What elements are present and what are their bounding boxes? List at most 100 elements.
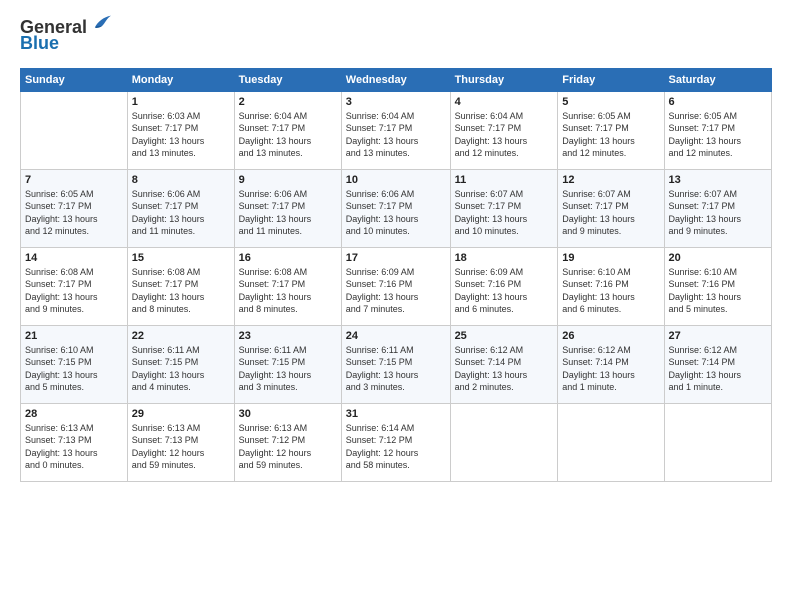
day-number: 5 — [562, 96, 659, 108]
day-info: Sunrise: 6:04 AMSunset: 7:17 PMDaylight:… — [346, 110, 446, 160]
day-info: Sunrise: 6:05 AMSunset: 7:17 PMDaylight:… — [669, 110, 767, 160]
day-number: 3 — [346, 96, 446, 108]
page: General Blue Sunday Monday Tuesday We — [0, 0, 792, 492]
day-number: 19 — [562, 252, 659, 264]
week-row-5: 28 Sunrise: 6:13 AMSunset: 7:13 PMDayligh… — [21, 403, 772, 481]
col-saturday: Saturday — [664, 68, 771, 91]
calendar-cell: 20 Sunrise: 6:10 AMSunset: 7:16 PMDayligh… — [664, 247, 771, 325]
day-info: Sunrise: 6:07 AMSunset: 7:17 PMDaylight:… — [669, 188, 767, 238]
day-number: 1 — [132, 96, 230, 108]
calendar-cell: 28 Sunrise: 6:13 AMSunset: 7:13 PMDayligh… — [21, 403, 128, 481]
day-info: Sunrise: 6:06 AMSunset: 7:17 PMDaylight:… — [346, 188, 446, 238]
day-number: 29 — [132, 408, 230, 420]
calendar-cell — [558, 403, 664, 481]
calendar-cell: 4Sunrise: 6:04 AMSunset: 7:17 PMDaylight… — [450, 91, 558, 169]
calendar-cell: 19 Sunrise: 6:10 AMSunset: 7:16 PMDayligh… — [558, 247, 664, 325]
day-info: Sunrise: 6:10 AMSunset: 7:16 PMDaylight:… — [562, 266, 659, 316]
day-number: 27 — [669, 330, 767, 342]
day-number: 20 — [669, 252, 767, 264]
calendar-body: 1 Sunrise: 6:03 AMSunset: 7:17 PMDaylight… — [21, 91, 772, 481]
week-row-4: 21 Sunrise: 6:10 AMSunset: 7:15 PMDayligh… — [21, 325, 772, 403]
calendar-cell: 8Sunrise: 6:06 AMSunset: 7:17 PMDaylight… — [127, 169, 234, 247]
day-info: Sunrise: 6:08 AMSunset: 7:17 PMDaylight:… — [132, 266, 230, 316]
day-number: 28 — [25, 408, 123, 420]
calendar-cell: 21 Sunrise: 6:10 AMSunset: 7:15 PMDayligh… — [21, 325, 128, 403]
calendar-cell — [450, 403, 558, 481]
calendar-cell: 18 Sunrise: 6:09 AMSunset: 7:16 PMDayligh… — [450, 247, 558, 325]
day-number: 2 — [239, 96, 337, 108]
calendar-cell — [21, 91, 128, 169]
day-number: 22 — [132, 330, 230, 342]
day-info: Sunrise: 6:11 AMSunset: 7:15 PMDaylight:… — [239, 344, 337, 394]
calendar-cell: 6 Sunrise: 6:05 AMSunset: 7:17 PMDaylight… — [664, 91, 771, 169]
day-info: Sunrise: 6:06 AMSunset: 7:17 PMDaylight:… — [239, 188, 337, 238]
calendar-cell: 10 Sunrise: 6:06 AMSunset: 7:17 PMDayligh… — [341, 169, 450, 247]
day-number: 23 — [239, 330, 337, 342]
calendar-cell: 29Sunrise: 6:13 AMSunset: 7:13 PMDayligh… — [127, 403, 234, 481]
calendar-cell: 3 Sunrise: 6:04 AMSunset: 7:17 PMDaylight… — [341, 91, 450, 169]
day-number: 11 — [455, 174, 554, 186]
col-wednesday: Wednesday — [341, 68, 450, 91]
calendar-cell: 11 Sunrise: 6:07 AMSunset: 7:17 PMDayligh… — [450, 169, 558, 247]
day-number: 6 — [669, 96, 767, 108]
week-row-3: 14Sunrise: 6:08 AMSunset: 7:17 PMDayligh… — [21, 247, 772, 325]
day-number: 16 — [239, 252, 337, 264]
col-tuesday: Tuesday — [234, 68, 341, 91]
day-info: Sunrise: 6:13 AMSunset: 7:13 PMDaylight:… — [25, 422, 123, 472]
week-row-1: 1 Sunrise: 6:03 AMSunset: 7:17 PMDaylight… — [21, 91, 772, 169]
day-info: Sunrise: 6:08 AMSunset: 7:17 PMDaylight:… — [239, 266, 337, 316]
calendar-cell: 23 Sunrise: 6:11 AMSunset: 7:15 PMDayligh… — [234, 325, 341, 403]
logo-bird-icon — [89, 12, 111, 34]
day-number: 7 — [25, 174, 123, 186]
day-info: Sunrise: 6:10 AMSunset: 7:16 PMDaylight:… — [669, 266, 767, 316]
day-number: 13 — [669, 174, 767, 186]
week-row-2: 7 Sunrise: 6:05 AMSunset: 7:17 PMDaylight… — [21, 169, 772, 247]
day-number: 24 — [346, 330, 446, 342]
day-number: 10 — [346, 174, 446, 186]
day-info: Sunrise: 6:07 AMSunset: 7:17 PMDaylight:… — [562, 188, 659, 238]
logo: General Blue — [20, 18, 111, 54]
day-number: 25 — [455, 330, 554, 342]
calendar-cell: 1 Sunrise: 6:03 AMSunset: 7:17 PMDaylight… — [127, 91, 234, 169]
day-info: Sunrise: 6:08 AMSunset: 7:17 PMDaylight:… — [25, 266, 123, 316]
day-info: Sunrise: 6:14 AMSunset: 7:12 PMDaylight:… — [346, 422, 446, 472]
calendar-cell: 24 Sunrise: 6:11 AMSunset: 7:15 PMDayligh… — [341, 325, 450, 403]
calendar-cell: 25 Sunrise: 6:12 AMSunset: 7:14 PMDayligh… — [450, 325, 558, 403]
col-monday: Monday — [127, 68, 234, 91]
calendar-cell: 2Sunrise: 6:04 AMSunset: 7:17 PMDaylight… — [234, 91, 341, 169]
day-number: 4 — [455, 96, 554, 108]
day-info: Sunrise: 6:06 AMSunset: 7:17 PMDaylight:… — [132, 188, 230, 238]
day-info: Sunrise: 6:12 AMSunset: 7:14 PMDaylight:… — [455, 344, 554, 394]
calendar-cell: 30 Sunrise: 6:13 AMSunset: 7:12 PMDayligh… — [234, 403, 341, 481]
calendar-cell: 13 Sunrise: 6:07 AMSunset: 7:17 PMDayligh… — [664, 169, 771, 247]
calendar-cell: 14Sunrise: 6:08 AMSunset: 7:17 PMDayligh… — [21, 247, 128, 325]
day-number: 18 — [455, 252, 554, 264]
calendar-cell: 27 Sunrise: 6:12 AMSunset: 7:14 PMDayligh… — [664, 325, 771, 403]
day-info: Sunrise: 6:12 AMSunset: 7:14 PMDaylight:… — [562, 344, 659, 394]
day-info: Sunrise: 6:11 AMSunset: 7:15 PMDaylight:… — [132, 344, 230, 394]
day-number: 31 — [346, 408, 446, 420]
calendar-cell: 22 Sunrise: 6:11 AMSunset: 7:15 PMDayligh… — [127, 325, 234, 403]
day-info: Sunrise: 6:03 AMSunset: 7:17 PMDaylight:… — [132, 110, 230, 160]
day-info: Sunrise: 6:09 AMSunset: 7:16 PMDaylight:… — [455, 266, 554, 316]
day-info: Sunrise: 6:12 AMSunset: 7:14 PMDaylight:… — [669, 344, 767, 394]
calendar-cell — [664, 403, 771, 481]
day-number: 26 — [562, 330, 659, 342]
day-number: 21 — [25, 330, 123, 342]
calendar-cell: 17Sunrise: 6:09 AMSunset: 7:16 PMDayligh… — [341, 247, 450, 325]
header: General Blue — [20, 18, 772, 54]
day-info: Sunrise: 6:09 AMSunset: 7:16 PMDaylight:… — [346, 266, 446, 316]
day-number: 30 — [239, 408, 337, 420]
header-row: Sunday Monday Tuesday Wednesday Thursday… — [21, 68, 772, 91]
day-info: Sunrise: 6:13 AMSunset: 7:12 PMDaylight:… — [239, 422, 337, 472]
day-info: Sunrise: 6:07 AMSunset: 7:17 PMDaylight:… — [455, 188, 554, 238]
day-number: 9 — [239, 174, 337, 186]
calendar-cell: 15 Sunrise: 6:08 AMSunset: 7:17 PMDayligh… — [127, 247, 234, 325]
col-thursday: Thursday — [450, 68, 558, 91]
day-info: Sunrise: 6:11 AMSunset: 7:15 PMDaylight:… — [346, 344, 446, 394]
day-info: Sunrise: 6:10 AMSunset: 7:15 PMDaylight:… — [25, 344, 123, 394]
day-number: 15 — [132, 252, 230, 264]
calendar-cell: 26 Sunrise: 6:12 AMSunset: 7:14 PMDayligh… — [558, 325, 664, 403]
day-info: Sunrise: 6:05 AMSunset: 7:17 PMDaylight:… — [25, 188, 123, 238]
calendar-cell: 16 Sunrise: 6:08 AMSunset: 7:17 PMDayligh… — [234, 247, 341, 325]
